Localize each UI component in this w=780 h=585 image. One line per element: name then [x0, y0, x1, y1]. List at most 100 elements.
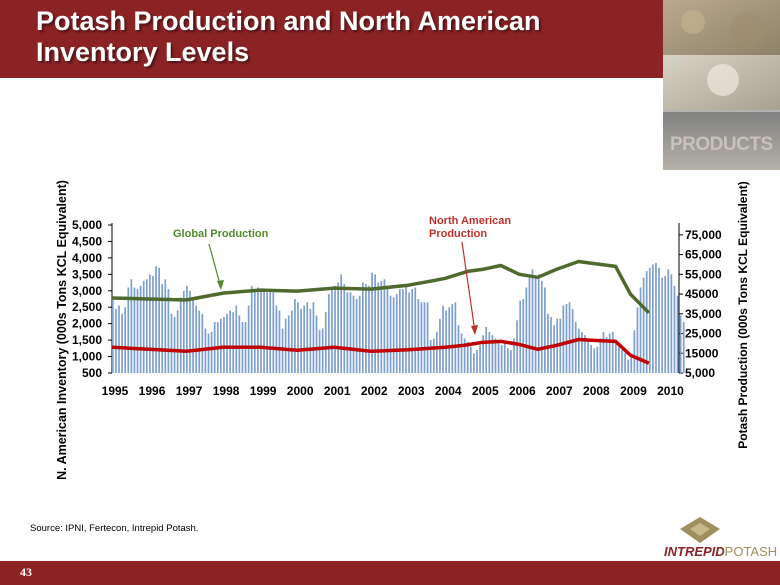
inventory-bar: [124, 307, 127, 373]
inventory-bar: [476, 349, 478, 373]
inventory-bar: [670, 274, 673, 373]
inventory-bar: [269, 292, 272, 373]
right-axis-group: 5,000 15000 25,000 35,000 45000 55,000 65,000 7…: [678, 223, 722, 380]
annotation-global-arrowhead: [217, 280, 224, 290]
inventory-bar: [321, 328, 324, 373]
inventory-bar: [229, 310, 231, 373]
inventory-bar: [679, 315, 682, 373]
left-tick-label: 5,000: [72, 218, 102, 232]
inventory-bar: [207, 333, 210, 373]
inventory-bar: [312, 302, 315, 373]
right-tick-label: 45000: [685, 287, 719, 301]
inventory-bar: [503, 341, 506, 373]
inventory-bar: [544, 287, 546, 373]
inventory-bar: [661, 277, 663, 373]
left-tick-label: 4,500: [72, 234, 102, 248]
inventory-bar: [145, 279, 148, 373]
inventory-bar: [383, 279, 386, 373]
inventory-bar: [645, 271, 648, 373]
inventory-bar: [469, 346, 472, 373]
potash-chart: 500 1,000 1,500 2,000 2,500 3,000 3,500 4,000 4,…: [55, 180, 750, 480]
annotation-global-production: Global Production: [173, 228, 269, 240]
inventory-bar: [454, 302, 457, 373]
x-axis-group: 1995 1996 1997 1998 1999 2000 2001 2002 2003 2004…: [102, 384, 684, 398]
inventory-bar: [602, 331, 605, 373]
inventory-bar: [309, 308, 312, 373]
inventory-bar: [525, 287, 528, 373]
inventory-bar: [253, 289, 256, 373]
x-tick-label: 2002: [361, 384, 388, 398]
inventory-bar: [368, 285, 370, 373]
inventory-bar: [429, 340, 432, 373]
inventory-bar: [349, 292, 352, 373]
inventory-bar: [445, 310, 447, 373]
inventory-bar: [587, 338, 589, 373]
inventory-bar: [189, 290, 191, 373]
inventory-bar: [411, 289, 414, 373]
inventory-bar: [565, 303, 568, 373]
inventory-bar: [621, 349, 623, 373]
inventory-bar: [405, 284, 407, 373]
inventory-bar: [195, 305, 198, 373]
inventory-bar: [238, 315, 241, 373]
intrepid-potash-logo: INTREPIDPOTASH: [664, 544, 777, 559]
inventory-bar: [358, 295, 361, 373]
inventory-bar: [290, 310, 293, 373]
inventory-bar: [636, 307, 639, 373]
right-tick-label: 55,000: [685, 267, 722, 281]
y-axis-label-right: Potash Production (000s Tons KCL Equival…: [736, 181, 750, 449]
inventory-bar: [611, 331, 614, 373]
inventory-bars: [112, 262, 685, 373]
inventory-bar: [614, 340, 617, 373]
inventory-bar: [284, 318, 287, 373]
source-note: Source: IPNI, Fertecon, Intrepid Potash.: [30, 523, 199, 534]
inventory-bar: [398, 289, 401, 373]
inventory-bar: [540, 280, 543, 373]
inventory-bar: [624, 353, 626, 373]
right-tick-label: 5,000: [685, 366, 715, 380]
inventory-bar: [318, 330, 321, 373]
annotation-na-arrow: [461, 241, 476, 333]
intrepid-logo-mark: [680, 517, 720, 543]
inventory-bar: [127, 287, 130, 373]
inventory-bar: [574, 322, 577, 373]
inventory-bar: [210, 331, 213, 373]
inventory-bar: [528, 277, 531, 373]
inventory-bar: [633, 330, 636, 373]
inventory-bar: [118, 305, 120, 373]
inventory-bar: [652, 264, 654, 373]
footer-bar: [0, 561, 780, 585]
inventory-bar: [275, 305, 278, 373]
left-axis-group: 500 1,000 1,500 2,000 2,500 3,000 3,500 4,000 4,…: [72, 218, 113, 380]
inventory-bar: [395, 294, 398, 373]
inventory-bar: [173, 317, 176, 373]
right-tick-label: 25,000: [685, 327, 722, 341]
left-tick-label: 500: [82, 366, 102, 380]
inventory-bar: [402, 289, 404, 373]
inventory-bar: [676, 295, 679, 373]
inventory-bar: [176, 310, 179, 373]
inventory-bar: [648, 267, 651, 373]
inventory-bar: [590, 345, 592, 373]
inventory-bar: [260, 290, 262, 373]
inventory-bar: [568, 302, 571, 373]
inventory-bar: [522, 299, 525, 373]
inventory-bar: [226, 313, 228, 373]
inventory-bar: [436, 331, 438, 373]
inventory-bar: [473, 353, 475, 373]
inventory-bar: [149, 274, 151, 373]
inventory-bar: [519, 300, 522, 373]
inventory-bar: [673, 285, 676, 373]
inventory-bar: [577, 328, 580, 373]
inventory-bar: [266, 292, 268, 373]
x-tick-label: 1999: [250, 384, 277, 398]
inventory-bar: [414, 287, 417, 373]
inventory-bar: [510, 349, 512, 373]
inventory-bar: [537, 274, 540, 373]
inventory-bar: [161, 284, 164, 373]
logo-intrepid: INTREPID: [664, 544, 725, 559]
inventory-bar: [534, 275, 537, 373]
x-tick-label: 2008: [583, 384, 610, 398]
x-tick-label: 2000: [287, 384, 314, 398]
inventory-bar: [488, 331, 491, 373]
